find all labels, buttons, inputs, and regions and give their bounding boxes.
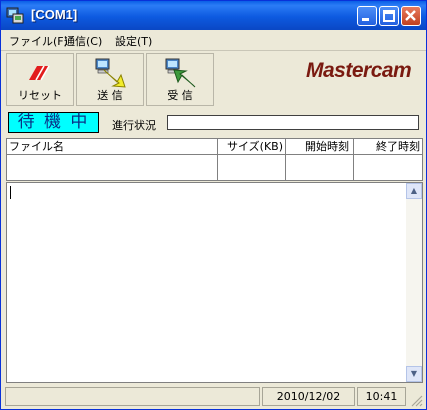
menu-settings[interactable]: 設定(T) (115, 33, 152, 49)
send-icon (95, 58, 126, 88)
status-panel-main (5, 387, 260, 406)
window-title: [COM1] (31, 7, 78, 22)
reset-label: リセット (18, 89, 62, 102)
app-icon[interactable] (6, 7, 24, 24)
status-date: 2010/12/02 (262, 387, 355, 406)
column-header-size[interactable]: サイズ(KB) (217, 139, 285, 155)
text-caret (10, 186, 11, 199)
minimize-button[interactable] (357, 6, 377, 26)
close-icon (405, 10, 416, 21)
chevron-down-icon: ▼ (410, 369, 418, 378)
maximize-icon (383, 10, 395, 22)
maximize-button[interactable] (379, 6, 399, 26)
status-row: 待 機 中 進行状況 (1, 110, 426, 137)
column-divider (217, 139, 218, 180)
app-window: [COM1] ファイル(F) 通信(C) 設定(T) リセット 送 信 受 信 … (0, 0, 427, 410)
receive-icon (165, 58, 196, 88)
column-header-end-time[interactable]: 終了時刻 (353, 139, 422, 155)
status-badge: 待 機 中 (8, 112, 99, 133)
menu-communication[interactable]: 通信(C) (64, 33, 102, 49)
menu-bar: ファイル(F) 通信(C) 設定(T) (1, 30, 426, 51)
title-bar[interactable]: [COM1] (1, 1, 426, 30)
menu-file[interactable]: ファイル(F) (9, 33, 68, 49)
send-button[interactable]: 送 信 (76, 53, 144, 106)
receive-label: 受 信 (167, 89, 193, 102)
column-header-start-time[interactable]: 開始時刻 (285, 139, 353, 155)
close-button[interactable] (401, 6, 421, 26)
progress-label: 進行状況 (112, 119, 156, 132)
status-time: 10:41 (357, 387, 406, 406)
reset-icon (29, 65, 50, 81)
minimize-icon (362, 18, 369, 21)
file-table: ファイル名 サイズ(KB) 開始時刻 終了時刻 (6, 138, 423, 181)
scroll-down-button[interactable]: ▼ (406, 366, 422, 382)
resize-grip-icon[interactable] (409, 393, 423, 407)
progress-bar (167, 115, 419, 130)
chevron-up-icon: ▲ (410, 186, 418, 195)
mastercam-logo: Mastercam (306, 59, 412, 82)
column-header-filename[interactable]: ファイル名 (7, 139, 217, 155)
log-textarea[interactable]: ▲ ▼ (6, 182, 423, 383)
vertical-scrollbar[interactable]: ▲ ▼ (406, 183, 422, 382)
receive-button[interactable]: 受 信 (146, 53, 214, 106)
scroll-up-button[interactable]: ▲ (406, 183, 422, 199)
column-divider (285, 139, 286, 180)
column-divider (353, 139, 354, 180)
status-bar: 2010/12/02 10:41 (1, 385, 426, 409)
reset-button[interactable]: リセット (6, 53, 74, 106)
send-label: 送 信 (97, 89, 123, 102)
